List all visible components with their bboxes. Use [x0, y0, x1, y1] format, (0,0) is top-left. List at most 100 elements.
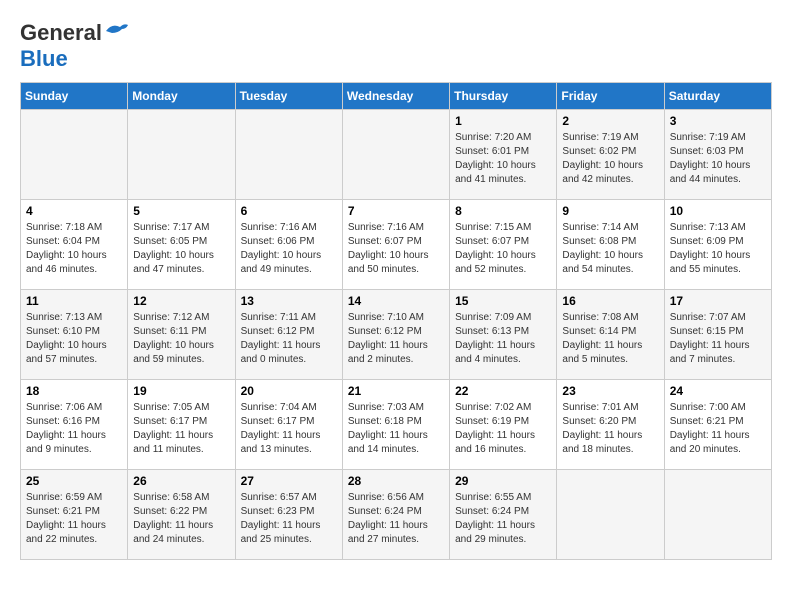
column-header-sunday: Sunday: [21, 83, 128, 110]
calendar-week-5: 25 Sunrise: 6:59 AMSunset: 6:21 PMDayligh…: [21, 470, 772, 560]
day-number: 19: [133, 384, 229, 398]
day-number: 12: [133, 294, 229, 308]
day-info: Sunrise: 6:55 AMSunset: 6:24 PMDaylight:…: [455, 491, 551, 547]
calendar-cell: 29 Sunrise: 6:55 AMSunset: 6:24 PMDayligh…: [450, 470, 557, 560]
day-number: 25: [26, 474, 122, 488]
day-number: 10: [670, 204, 766, 218]
day-info: Sunrise: 6:58 AMSunset: 6:22 PMDaylight:…: [133, 491, 229, 547]
calendar-cell: 12 Sunrise: 7:12 AMSunset: 6:11 PMDayligh…: [128, 290, 235, 380]
day-info: Sunrise: 7:07 AMSunset: 6:15 PMDaylight:…: [670, 311, 766, 367]
calendar-body: 1 Sunrise: 7:20 AMSunset: 6:01 PMDaylight…: [21, 110, 772, 560]
column-header-friday: Friday: [557, 83, 664, 110]
calendar-week-4: 18 Sunrise: 7:06 AMSunset: 6:16 PMDayligh…: [21, 380, 772, 470]
day-info: Sunrise: 7:13 AMSunset: 6:09 PMDaylight:…: [670, 221, 766, 277]
day-info: Sunrise: 7:16 AMSunset: 6:06 PMDaylight:…: [241, 221, 337, 277]
logo: General Blue: [20, 20, 130, 72]
day-number: 7: [348, 204, 444, 218]
column-header-saturday: Saturday: [664, 83, 771, 110]
day-info: Sunrise: 7:19 AMSunset: 6:02 PMDaylight:…: [562, 131, 658, 187]
calendar-cell: 20 Sunrise: 7:04 AMSunset: 6:17 PMDayligh…: [235, 380, 342, 470]
calendar-cell: 14 Sunrise: 7:10 AMSunset: 6:12 PMDayligh…: [342, 290, 449, 380]
calendar-cell: 5 Sunrise: 7:17 AMSunset: 6:05 PMDaylight…: [128, 200, 235, 290]
day-number: 18: [26, 384, 122, 398]
calendar-cell: [128, 110, 235, 200]
day-info: Sunrise: 7:08 AMSunset: 6:14 PMDaylight:…: [562, 311, 658, 367]
day-info: Sunrise: 7:16 AMSunset: 6:07 PMDaylight:…: [348, 221, 444, 277]
day-number: 22: [455, 384, 551, 398]
calendar-week-2: 4 Sunrise: 7:18 AMSunset: 6:04 PMDaylight…: [21, 200, 772, 290]
calendar-week-3: 11 Sunrise: 7:13 AMSunset: 6:10 PMDayligh…: [21, 290, 772, 380]
day-info: Sunrise: 7:06 AMSunset: 6:16 PMDaylight:…: [26, 401, 122, 457]
day-info: Sunrise: 6:59 AMSunset: 6:21 PMDaylight:…: [26, 491, 122, 547]
calendar-cell: 25 Sunrise: 6:59 AMSunset: 6:21 PMDayligh…: [21, 470, 128, 560]
day-number: 26: [133, 474, 229, 488]
day-info: Sunrise: 7:13 AMSunset: 6:10 PMDaylight:…: [26, 311, 122, 367]
day-info: Sunrise: 7:09 AMSunset: 6:13 PMDaylight:…: [455, 311, 551, 367]
day-info: Sunrise: 7:20 AMSunset: 6:01 PMDaylight:…: [455, 131, 551, 187]
day-number: 14: [348, 294, 444, 308]
calendar-cell: 18 Sunrise: 7:06 AMSunset: 6:16 PMDayligh…: [21, 380, 128, 470]
calendar-cell: 10 Sunrise: 7:13 AMSunset: 6:09 PMDayligh…: [664, 200, 771, 290]
day-number: 21: [348, 384, 444, 398]
day-info: Sunrise: 7:02 AMSunset: 6:19 PMDaylight:…: [455, 401, 551, 457]
day-number: 29: [455, 474, 551, 488]
calendar-cell: 24 Sunrise: 7:00 AMSunset: 6:21 PMDayligh…: [664, 380, 771, 470]
day-number: 3: [670, 114, 766, 128]
day-number: 11: [26, 294, 122, 308]
calendar-cell: 21Sunrise: 7:03 AMSunset: 6:18 PMDayligh…: [342, 380, 449, 470]
day-info: Sunrise: 7:18 AMSunset: 6:04 PMDaylight:…: [26, 221, 122, 277]
day-info: Sunrise: 7:14 AMSunset: 6:08 PMDaylight:…: [562, 221, 658, 277]
day-info: Sunrise: 7:00 AMSunset: 6:21 PMDaylight:…: [670, 401, 766, 457]
day-number: 4: [26, 204, 122, 218]
calendar-cell: 11 Sunrise: 7:13 AMSunset: 6:10 PMDayligh…: [21, 290, 128, 380]
calendar-cell: [342, 110, 449, 200]
day-info: Sunrise: 7:04 AMSunset: 6:17 PMDaylight:…: [241, 401, 337, 457]
column-header-thursday: Thursday: [450, 83, 557, 110]
day-info: Sunrise: 7:01 AMSunset: 6:20 PMDaylight:…: [562, 401, 658, 457]
calendar-cell: [557, 470, 664, 560]
day-number: 24: [670, 384, 766, 398]
day-info: Sunrise: 6:56 AMSunset: 6:24 PMDaylight:…: [348, 491, 444, 547]
calendar-cell: 17 Sunrise: 7:07 AMSunset: 6:15 PMDayligh…: [664, 290, 771, 380]
column-header-tuesday: Tuesday: [235, 83, 342, 110]
day-number: 2: [562, 114, 658, 128]
calendar-cell: 1 Sunrise: 7:20 AMSunset: 6:01 PMDaylight…: [450, 110, 557, 200]
calendar-cell: 6Sunrise: 7:16 AMSunset: 6:06 PMDaylight…: [235, 200, 342, 290]
day-number: 28: [348, 474, 444, 488]
calendar-cell: 7 Sunrise: 7:16 AMSunset: 6:07 PMDaylight…: [342, 200, 449, 290]
calendar-cell: 3Sunrise: 7:19 AMSunset: 6:03 PMDaylight…: [664, 110, 771, 200]
day-number: 15: [455, 294, 551, 308]
calendar-cell: [235, 110, 342, 200]
day-number: 17: [670, 294, 766, 308]
calendar-cell: 2 Sunrise: 7:19 AMSunset: 6:02 PMDaylight…: [557, 110, 664, 200]
day-info: Sunrise: 7:17 AMSunset: 6:05 PMDaylight:…: [133, 221, 229, 277]
calendar-week-1: 1 Sunrise: 7:20 AMSunset: 6:01 PMDaylight…: [21, 110, 772, 200]
calendar-cell: 19 Sunrise: 7:05 AMSunset: 6:17 PMDayligh…: [128, 380, 235, 470]
calendar-cell: 22 Sunrise: 7:02 AMSunset: 6:19 PMDayligh…: [450, 380, 557, 470]
calendar-cell: [664, 470, 771, 560]
day-info: Sunrise: 7:10 AMSunset: 6:12 PMDaylight:…: [348, 311, 444, 367]
day-number: 20: [241, 384, 337, 398]
day-info: Sunrise: 6:57 AMSunset: 6:23 PMDaylight:…: [241, 491, 337, 547]
calendar-table: SundayMondayTuesdayWednesdayThursdayFrid…: [20, 82, 772, 560]
calendar-cell: 26 Sunrise: 6:58 AMSunset: 6:22 PMDayligh…: [128, 470, 235, 560]
calendar-cell: 8Sunrise: 7:15 AMSunset: 6:07 PMDaylight…: [450, 200, 557, 290]
calendar-cell: 23Sunrise: 7:01 AMSunset: 6:20 PMDayligh…: [557, 380, 664, 470]
day-info: Sunrise: 7:05 AMSunset: 6:17 PMDaylight:…: [133, 401, 229, 457]
calendar-cell: 9Sunrise: 7:14 AMSunset: 6:08 PMDaylight…: [557, 200, 664, 290]
page-header: General Blue: [20, 20, 772, 72]
day-number: 27: [241, 474, 337, 488]
day-info: Sunrise: 7:12 AMSunset: 6:11 PMDaylight:…: [133, 311, 229, 367]
day-info: Sunrise: 7:15 AMSunset: 6:07 PMDaylight:…: [455, 221, 551, 277]
calendar-cell: [21, 110, 128, 200]
calendar-cell: 27 Sunrise: 6:57 AMSunset: 6:23 PMDayligh…: [235, 470, 342, 560]
logo-bird-icon: [104, 21, 130, 41]
logo-blue: Blue: [20, 46, 68, 72]
day-number: 1: [455, 114, 551, 128]
calendar-cell: 4 Sunrise: 7:18 AMSunset: 6:04 PMDaylight…: [21, 200, 128, 290]
day-number: 16: [562, 294, 658, 308]
calendar-cell: 13Sunrise: 7:11 AMSunset: 6:12 PMDayligh…: [235, 290, 342, 380]
day-number: 5: [133, 204, 229, 218]
logo-general: General: [20, 20, 102, 46]
calendar-cell: 15 Sunrise: 7:09 AMSunset: 6:13 PMDayligh…: [450, 290, 557, 380]
